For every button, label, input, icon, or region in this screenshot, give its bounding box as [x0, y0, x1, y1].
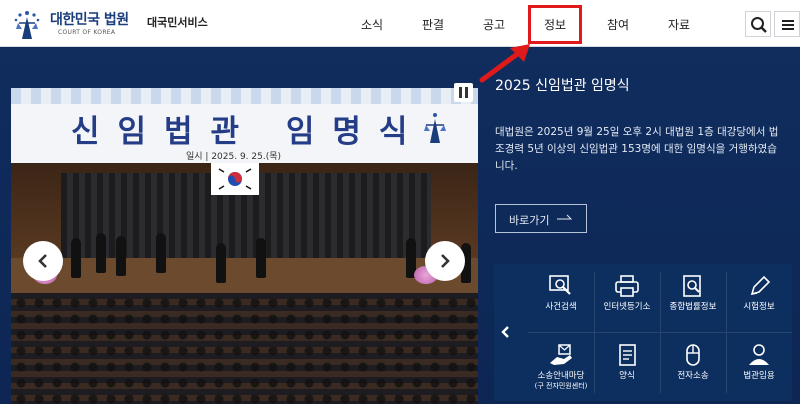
menu-button[interactable]	[774, 11, 800, 37]
quick-label: 시험정보	[743, 302, 775, 312]
banner-title: 신임법관 임명식	[71, 114, 426, 150]
quick-menu-prev-button[interactable]	[494, 320, 518, 344]
quick-sublabel: (구 전자민원센터)	[534, 382, 588, 390]
quick-forms[interactable]: 양식	[594, 333, 660, 399]
nav-participation[interactable]: 참여	[607, 16, 629, 33]
pen-icon	[750, 275, 771, 296]
court-emblem-icon	[424, 113, 446, 143]
search-icon	[751, 17, 767, 33]
slide-prev-button[interactable]	[23, 241, 63, 281]
quick-label: 소송안내마당	[537, 371, 585, 381]
quick-label: 종합법률정보	[669, 302, 717, 312]
quick-case-search[interactable]: 사건검색	[528, 264, 594, 330]
hand-document-icon	[550, 344, 572, 365]
quick-label: 인터넷등기소	[603, 302, 651, 312]
magnifier-screen-icon	[549, 275, 571, 295]
go-button[interactable]: 바로가기	[495, 204, 587, 233]
korean-flag-icon	[211, 163, 259, 195]
chevron-left-icon	[501, 326, 509, 338]
judge-icon	[749, 344, 769, 365]
pause-icon	[459, 87, 462, 98]
go-button-label: 바로가기	[509, 214, 550, 227]
nav-judgments[interactable]: 판결	[422, 16, 444, 33]
chevron-left-icon	[38, 254, 47, 268]
form-icon	[619, 344, 636, 366]
main-visual: 신임법관 임명식 일시 | 2025. 9. 25.(목) 2025 신임법관 …	[0, 48, 800, 404]
nav-news[interactable]: 소식	[361, 16, 383, 33]
quick-menu: 사건검색 인터넷등기소 종합법률정보 시험정보 소송안내마당 (구 전자민원센터…	[494, 264, 792, 401]
logo-title[interactable]: 대한민국 법원	[50, 9, 129, 29]
annotation-arrow-icon	[479, 44, 530, 83]
slide-next-button[interactable]	[425, 241, 465, 281]
quick-label: 전자소송	[677, 371, 709, 381]
banner-date: 일시 | 2025. 9. 25.(목)	[186, 152, 282, 162]
quick-exam-info[interactable]: 시험정보	[726, 264, 792, 330]
quick-label: 법관임용	[743, 371, 775, 381]
arrow-right-icon	[557, 214, 573, 220]
nav-resources[interactable]: 자료	[668, 16, 690, 33]
quick-litigation-guide[interactable]: 소송안내마당 (구 전자민원센터)	[528, 333, 594, 399]
quick-judge-appointment[interactable]: 법관임용	[726, 333, 792, 399]
site-name[interactable]: 대국민서비스	[147, 14, 208, 30]
site-header: 대한민국 법원 COURT OF KOREA 대국민서비스 소식 판결 공고 정…	[0, 0, 800, 47]
quick-legal-info[interactable]: 종합법률정보	[660, 264, 726, 330]
quick-e-litigation[interactable]: 전자소송	[660, 333, 726, 399]
printer-icon	[615, 275, 639, 297]
slide-photo: 신임법관 임명식 일시 | 2025. 9. 25.(목)	[11, 88, 478, 404]
search-button[interactable]	[745, 11, 771, 37]
document-search-icon	[683, 275, 701, 297]
nav-notices[interactable]: 공고	[483, 16, 505, 33]
quick-label: 사건검색	[545, 302, 577, 312]
news-body: 대법원은 2025년 9월 25일 오후 2시 대법원 1층 대강당에서 법조경…	[495, 126, 779, 172]
hamburger-icon	[782, 20, 794, 30]
nav-information[interactable]: 정보	[528, 5, 583, 44]
ceremony-banner: 신임법관 임명식 일시 | 2025. 9. 25.(목)	[11, 88, 478, 163]
quick-internet-registry[interactable]: 인터넷등기소	[594, 264, 660, 330]
quick-label: 양식	[619, 371, 635, 381]
logo-subtitle: COURT OF KOREA	[58, 29, 116, 36]
mouse-icon	[686, 344, 700, 366]
slide-pause-button[interactable]	[454, 83, 473, 102]
court-emblem-icon[interactable]	[12, 7, 42, 41]
chevron-right-icon	[441, 254, 450, 268]
